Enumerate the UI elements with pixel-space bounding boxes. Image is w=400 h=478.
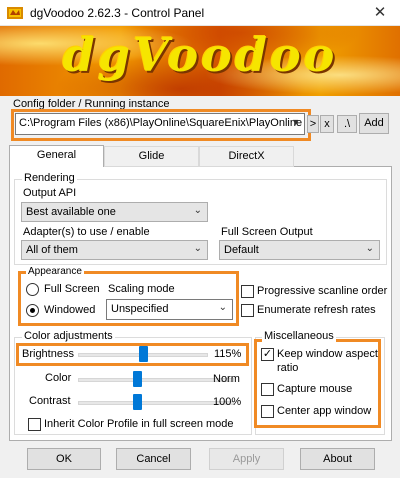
tab-glide[interactable]: Glide [104, 146, 199, 167]
tab-general[interactable]: General [9, 145, 104, 167]
current-folder-button[interactable]: .\ [337, 115, 357, 133]
inherit-color-profile-checkbox[interactable] [28, 418, 41, 431]
chevron-down-icon: ⌄ [365, 243, 374, 254]
fullscreen-output-value: Default [224, 244, 259, 256]
rendering-label: Rendering [22, 172, 77, 184]
remove-folder-button[interactable]: x [320, 115, 334, 133]
tab-directx[interactable]: DirectX [199, 146, 294, 167]
color-label: Color [45, 372, 72, 384]
center-app-window-label: Center app window [277, 405, 372, 417]
miscellaneous-label: Miscellaneous [262, 330, 336, 342]
contrast-slider-thumb[interactable] [133, 394, 143, 410]
keep-aspect-ratio-checkbox[interactable]: ✓ [261, 348, 274, 361]
chevron-down-icon: ⌄ [193, 243, 202, 254]
full-screen-label: Full Screen [44, 283, 100, 295]
ok-button[interactable]: OK [27, 448, 101, 470]
color-value: Norm [213, 373, 240, 385]
chevron-down-icon: ▼ [291, 117, 300, 127]
apply-button[interactable]: Apply [209, 448, 284, 470]
brightness-slider-thumb[interactable] [139, 346, 148, 362]
enumerate-refresh-label: Enumerate refresh rates [257, 304, 376, 316]
inherit-color-profile-label: Inherit Color Profile in full screen mod… [44, 418, 234, 430]
cancel-button[interactable]: Cancel [116, 448, 191, 470]
center-app-window-checkbox[interactable] [261, 405, 274, 418]
window-title: dgVoodoo 2.62.3 - Control Panel [30, 6, 205, 20]
fullscreen-output-select[interactable]: Default ⌄ [219, 240, 380, 260]
keep-aspect-ratio-label-line2: ratio [277, 362, 299, 374]
windowed-radio[interactable] [26, 304, 39, 317]
scaling-mode-value: Unspecified [111, 303, 169, 315]
output-api-value: Best available one [26, 206, 116, 218]
output-api-select[interactable]: Best available one ⌄ [21, 202, 208, 222]
next-instance-button[interactable]: > [307, 115, 319, 133]
capture-mouse-checkbox[interactable] [261, 383, 274, 396]
full-screen-radio[interactable] [26, 283, 39, 296]
config-path-value: C:\Program Files (x86)\PlayOnline\Square… [19, 117, 303, 129]
enumerate-refresh-checkbox[interactable] [241, 304, 254, 317]
progressive-scanline-label: Progressive scanline order [257, 285, 388, 297]
app-icon [7, 7, 23, 19]
capture-mouse-label: Capture mouse [277, 383, 353, 395]
keep-aspect-ratio-label-line1: Keep window aspect [277, 348, 378, 360]
scaling-mode-label: Scaling mode [108, 283, 175, 295]
chevron-down-icon: ⌄ [218, 302, 227, 313]
banner-logo: dgVoodoo [62, 28, 338, 82]
adapter-label: Adapter(s) to use / enable [23, 226, 150, 238]
contrast-label: Contrast [29, 395, 71, 407]
contrast-value: 100% [213, 396, 242, 408]
contrast-slider-track[interactable] [78, 401, 234, 405]
scaling-mode-select[interactable]: Unspecified ⌄ [106, 299, 233, 320]
add-folder-button[interactable]: Add [359, 113, 389, 134]
brightness-label: Brightness [22, 348, 74, 360]
adapter-select[interactable]: All of them ⌄ [21, 240, 208, 260]
output-api-label: Output API [23, 187, 77, 199]
fullscreen-output-label: Full Screen Output [221, 226, 313, 238]
about-button[interactable]: About [300, 448, 375, 470]
close-icon[interactable]: ✕ [368, 2, 392, 24]
adapter-value: All of them [26, 244, 78, 256]
progressive-scanline-checkbox[interactable] [241, 285, 254, 298]
config-folder-select[interactable]: C:\Program Files (x86)\PlayOnline\Square… [15, 113, 305, 135]
color-slider-thumb[interactable] [133, 371, 143, 387]
color-slider-track[interactable] [78, 378, 234, 382]
brightness-value: 115% [214, 348, 242, 360]
color-adjustments-label: Color adjustments [22, 330, 115, 342]
appearance-label: Appearance [26, 266, 84, 277]
windowed-label: Windowed [44, 304, 96, 316]
chevron-down-icon: ⌄ [193, 205, 202, 216]
